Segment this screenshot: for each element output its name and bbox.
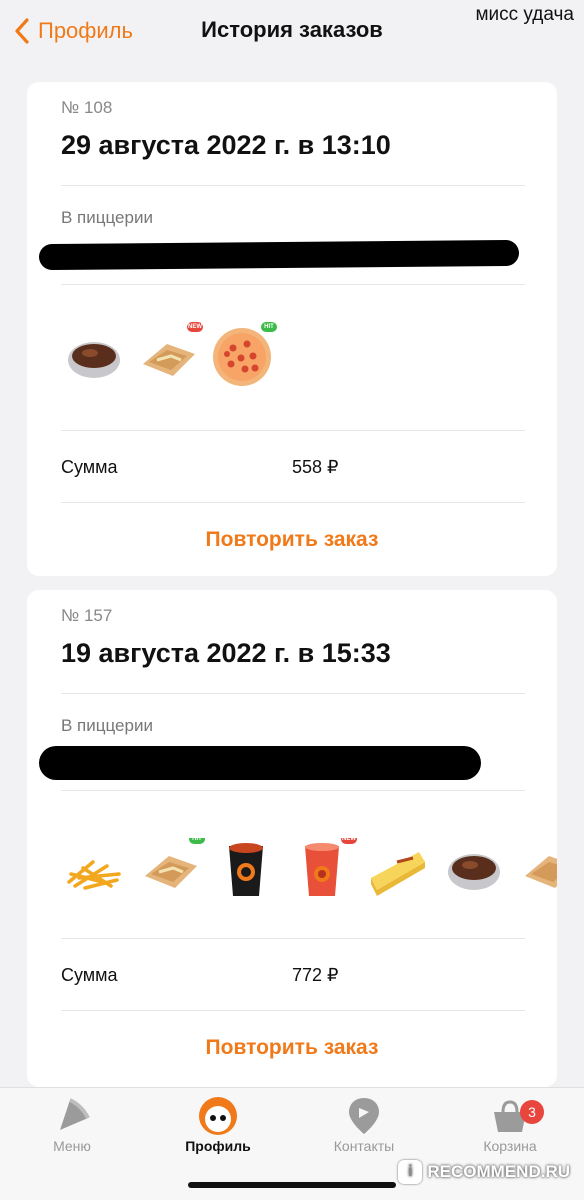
fries-icon [63, 838, 125, 900]
new-badge: NEW [187, 322, 203, 332]
tab-label: Профиль [185, 1138, 251, 1154]
order-items: HIT NEW [57, 838, 557, 918]
divider [61, 790, 525, 791]
divider [61, 430, 525, 431]
divider [61, 1010, 525, 1011]
chocolate-fondant-icon [63, 326, 125, 388]
order-items: NEW HIT [57, 322, 557, 406]
tab-label: Контакты [333, 1138, 395, 1154]
red-drink-icon: NEW [291, 838, 357, 900]
sum-value: 558 ₽ [292, 457, 339, 477]
order-card: № 157 19 августа 2022 г. в 15:33 В пицце… [27, 590, 557, 1087]
divider [61, 693, 525, 694]
pepperoni-pizza-icon: HIT [211, 322, 277, 388]
order-date: 29 августа 2022 г. в 13:10 [61, 130, 391, 160]
new-badge: NEW [341, 838, 357, 844]
sum-label: Сумма [61, 457, 118, 477]
author-watermark: мисс удача [475, 4, 574, 25]
profile-face-icon [199, 1097, 237, 1135]
sum-label: Сумма [61, 965, 118, 985]
hit-badge: HIT [261, 322, 277, 332]
redacted-address [39, 746, 481, 780]
repeat-order-button[interactable]: Повторить заказ [27, 1036, 557, 1060]
cart-count-badge: 3 [520, 1100, 544, 1124]
divider [61, 502, 525, 503]
tab-cart[interactable]: 3 Корзина [450, 1094, 570, 1154]
location-pin-icon [349, 1098, 379, 1134]
hit-badge: HIT [189, 838, 205, 844]
wrap-icon [519, 838, 557, 900]
tab-menu[interactable]: Меню [12, 1094, 132, 1154]
divider [61, 938, 525, 939]
wrap-icon: NEW [137, 322, 203, 388]
home-indicator[interactable] [188, 1182, 396, 1188]
order-date: 19 августа 2022 г. в 15:33 [61, 638, 391, 668]
repeat-order-button[interactable]: Повторить заказ [27, 528, 557, 552]
place-label: В пиццерии [61, 716, 153, 735]
site-watermark: i RECOMMEND.RU [398, 1160, 570, 1184]
wrap-icon: HIT [139, 838, 205, 900]
cheesecake-icon [367, 838, 429, 900]
tab-contacts[interactable]: Контакты [304, 1094, 424, 1154]
tab-label: Корзина [483, 1138, 537, 1154]
sum-value: 772 ₽ [292, 965, 339, 985]
coffee-cup-icon [215, 838, 277, 900]
place-label: В пиццерии [61, 208, 153, 227]
tab-label: Меню [53, 1138, 91, 1154]
divider [61, 185, 525, 186]
pizza-slice-icon [60, 1098, 90, 1130]
order-number: № 157 [61, 606, 113, 625]
order-card: № 108 29 августа 2022 г. в 13:10 В пицце… [27, 82, 557, 576]
chocolate-fondant-icon [443, 838, 505, 900]
divider [61, 284, 525, 285]
tab-profile[interactable]: Профиль [158, 1094, 278, 1154]
watermark-text: RECOMMEND.RU [427, 1162, 570, 1181]
recommend-logo-icon: i [398, 1160, 423, 1184]
order-number: № 108 [61, 98, 113, 117]
redacted-address [38, 239, 520, 271]
